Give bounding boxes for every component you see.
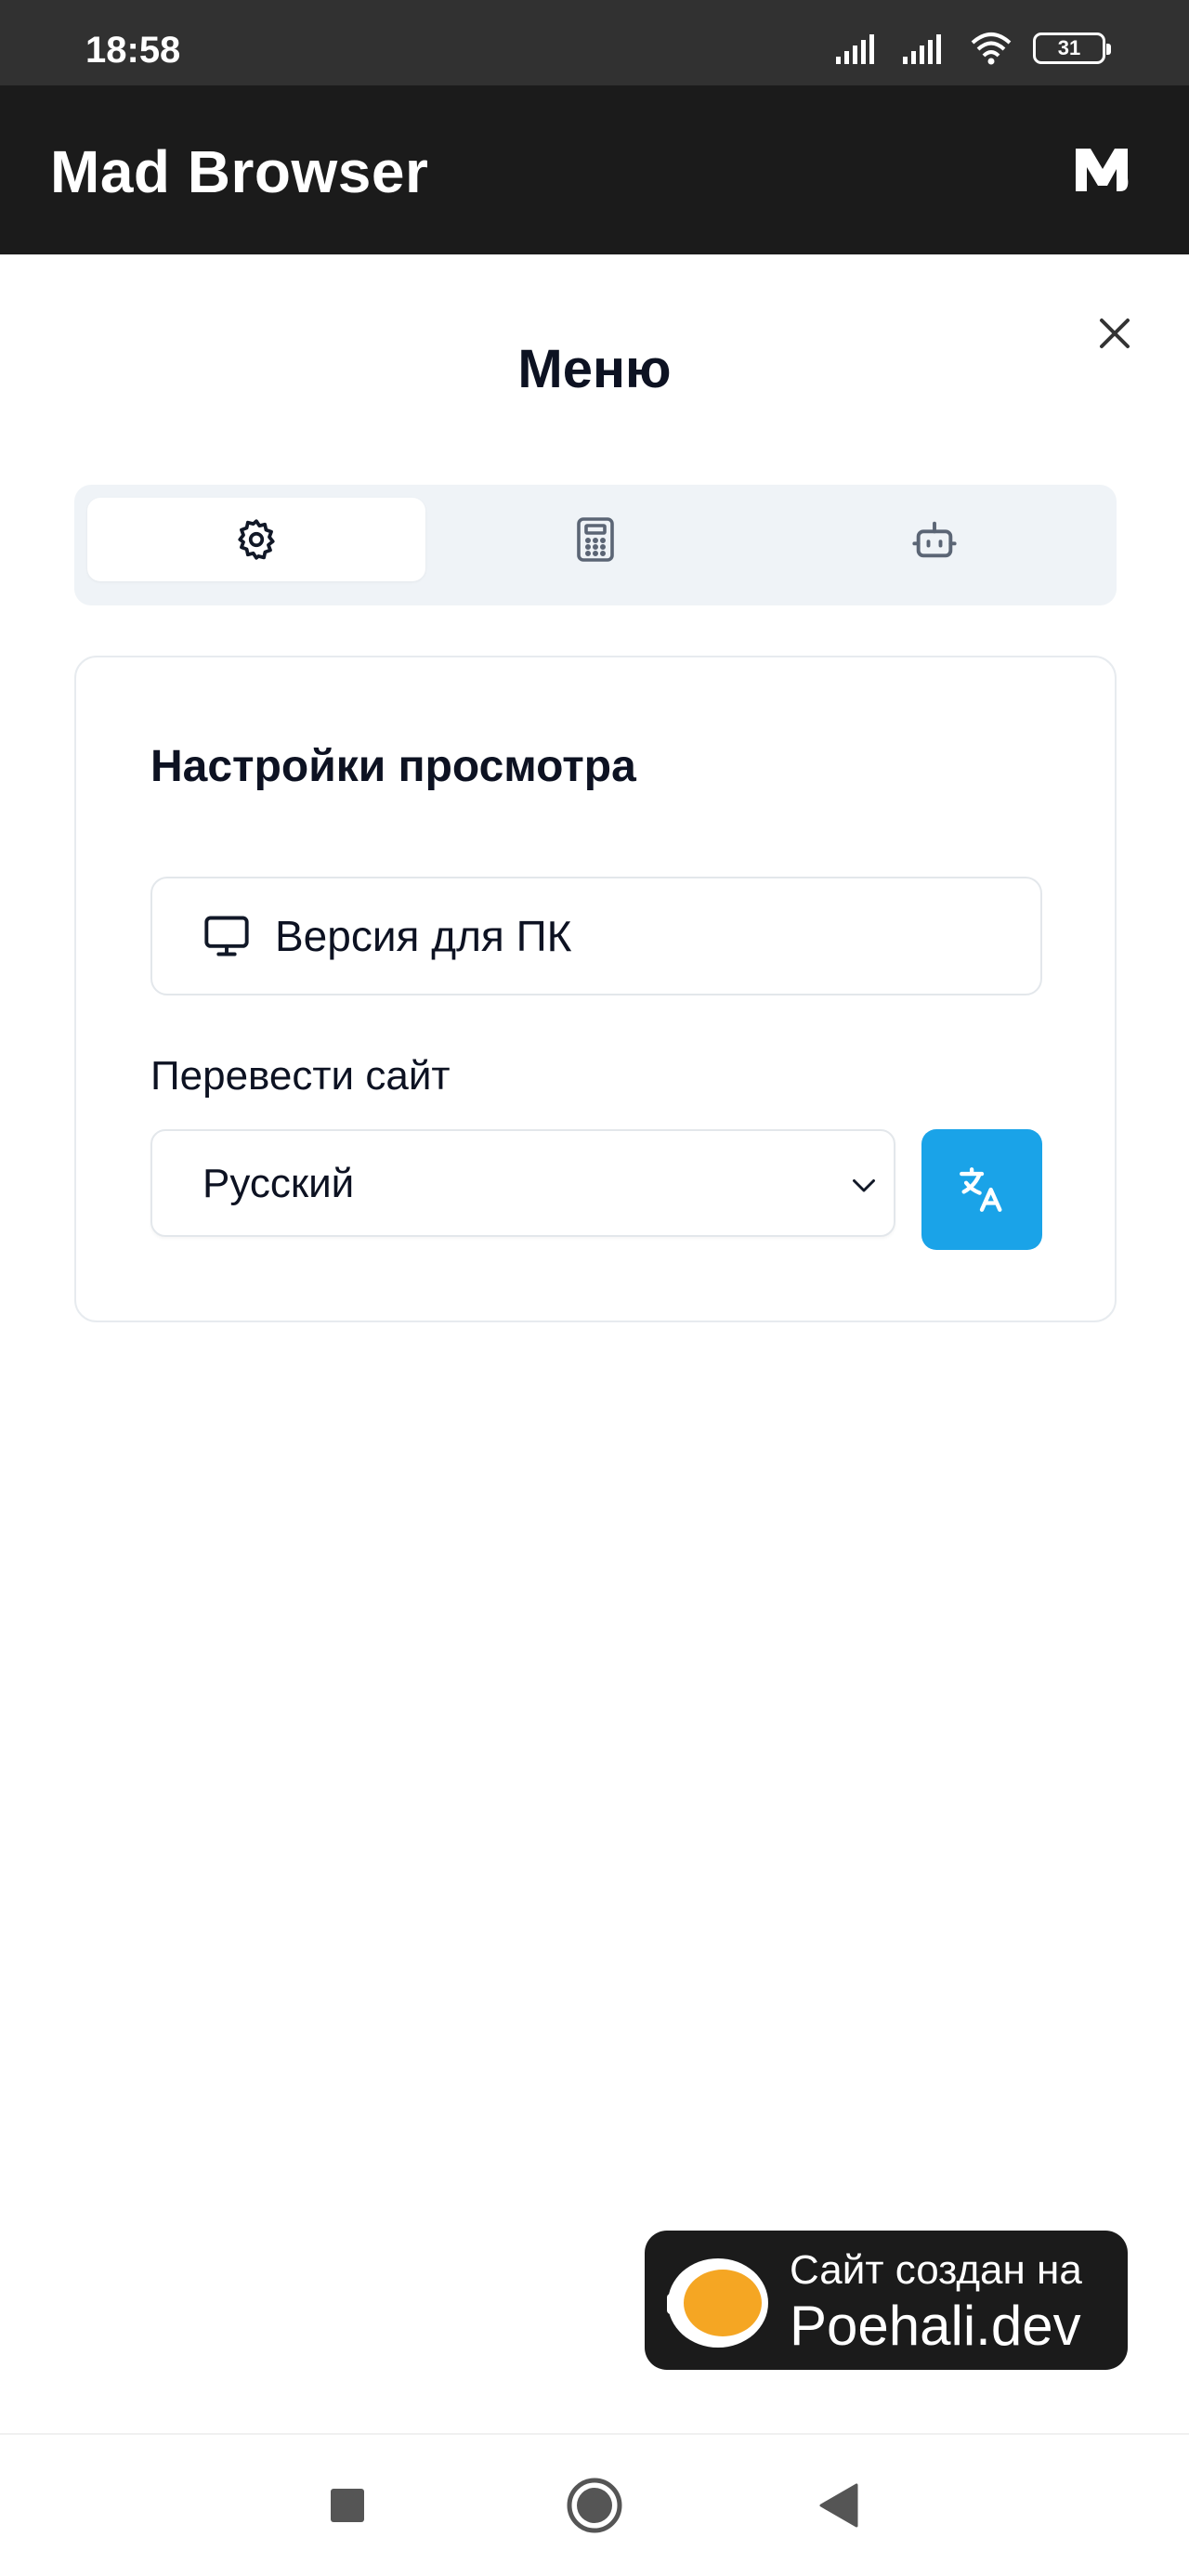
translate-button[interactable]	[921, 1129, 1042, 1250]
battery-level: 31	[1057, 36, 1081, 59]
translate-site-label: Перевести сайт	[150, 1053, 451, 1099]
chevron-down-icon	[853, 1179, 875, 1192]
close-button[interactable]	[1087, 306, 1143, 361]
language-select[interactable]: Русский	[150, 1129, 895, 1237]
desktop-version-button[interactable]: Версия для ПК	[150, 877, 1042, 995]
view-settings-card: Настройки просмотра Версия для ПК Переве…	[74, 656, 1117, 1322]
language-select-value: Русский	[203, 1161, 355, 1206]
tab-ai-assistant[interactable]	[765, 498, 1104, 581]
wifi-icon	[971, 33, 1012, 65]
menu-tabs	[74, 485, 1117, 605]
calculator-icon	[577, 517, 614, 562]
tab-settings[interactable]	[87, 498, 425, 581]
home-circle-icon	[567, 2478, 622, 2533]
desktop-version-label: Версия для ПК	[275, 912, 572, 960]
home-button[interactable]	[565, 2476, 624, 2535]
recents-button[interactable]	[318, 2476, 377, 2535]
menu-sheet: Меню Настройки просмотра Версия для ПК П…	[0, 254, 1189, 2433]
monitor-icon	[204, 916, 249, 956]
status-icons: 31	[836, 32, 1111, 65]
view-settings-title: Настройки просмотра	[150, 742, 636, 791]
navigation-bar	[0, 2433, 1189, 2576]
status-bar: 18:58 31	[0, 0, 1189, 85]
signal-icon	[836, 34, 874, 64]
translate-icon	[960, 1167, 1002, 1212]
square-icon	[331, 2489, 364, 2522]
menu-title: Меню	[517, 339, 672, 399]
back-triangle-icon	[819, 2483, 858, 2528]
robot-icon	[912, 521, 957, 558]
app-title: Mad Browser	[50, 138, 429, 205]
badge-brand: Poehali.dev	[790, 2295, 1081, 2357]
status-time: 18:58	[85, 30, 181, 71]
back-button[interactable]	[808, 2476, 868, 2535]
close-icon	[1100, 319, 1130, 348]
mad-logo-icon[interactable]	[1072, 141, 1133, 197]
badge-caption: Сайт создан на	[790, 2247, 1082, 2293]
settings-gear-icon	[238, 519, 275, 560]
tab-calculator[interactable]	[426, 498, 764, 581]
astronaut-helmet-icon	[667, 2258, 768, 2348]
signal-icon	[903, 34, 941, 64]
battery-icon: 31	[1033, 33, 1111, 64]
app-bar: Mad Browser	[0, 85, 1189, 254]
poehali-badge[interactable]: Сайт создан на Poehali.dev	[645, 2231, 1128, 2370]
